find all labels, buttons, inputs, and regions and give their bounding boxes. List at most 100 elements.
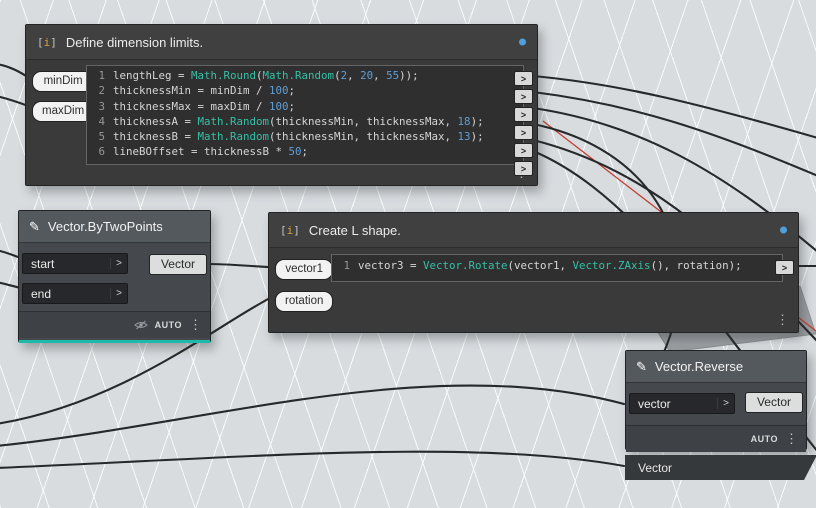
code-line: 3 thicknessMax = maxDim / 100; xyxy=(93,99,517,114)
preview-state-dot[interactable] xyxy=(519,38,526,46)
code-token: (thicknessMin, thicknessMax, xyxy=(269,114,458,128)
output-port-2[interactable]: > xyxy=(514,89,533,104)
input-ports: minDim maxDim xyxy=(32,71,95,122)
port-chevron-icon: > xyxy=(110,258,127,269)
code-token: 100 xyxy=(269,84,289,98)
code-editor[interactable]: 1 vector3 = Vector.Rotate(vector1, Vector… xyxy=(331,254,783,282)
node-title: Create L shape. xyxy=(308,222,401,238)
code-token: thicknessMin = minDim / xyxy=(113,84,270,98)
code-line: 5 thicknessB = Math.Random(thicknessMin, … xyxy=(93,129,517,144)
wire xyxy=(0,384,626,447)
code-token: 50 xyxy=(288,145,302,159)
output-port-3[interactable]: > xyxy=(514,107,533,122)
code-token: 55 xyxy=(386,69,400,82)
wire xyxy=(531,90,816,177)
line-number: 5 xyxy=(98,130,105,144)
line-number: 1 xyxy=(98,69,105,82)
port-chevron-icon: > xyxy=(110,288,127,299)
code-line: 1 vector3 = Vector.Rotate(vector1, Vector… xyxy=(338,257,776,275)
node-header[interactable]: [i] Define dimension limits. xyxy=(26,25,537,60)
node-menu-icon[interactable]: ⋮ xyxy=(189,317,202,333)
line-number: 2 xyxy=(98,84,105,98)
lacing-auto-label[interactable]: AUTO xyxy=(155,320,182,330)
node-body: vector > Vector xyxy=(626,383,806,425)
output-port-vector[interactable]: Vector xyxy=(744,392,803,413)
input-port-end[interactable]: end > xyxy=(22,283,128,304)
code-line: 2 thicknessMin = minDim / 100; xyxy=(93,83,517,98)
vector-preview-bar[interactable]: Vector xyxy=(625,455,816,480)
code-token: thicknessA = xyxy=(113,114,198,128)
output-port-1[interactable]: > xyxy=(514,71,533,86)
line-number: 4 xyxy=(98,114,105,128)
input-port-minDim[interactable]: minDim xyxy=(32,71,95,92)
code-token: 100 xyxy=(269,99,289,113)
output-port-vector[interactable]: Vector xyxy=(148,254,207,275)
input-ports: vector > xyxy=(629,393,735,414)
node-body: minDim maxDim 1 lengthLeg = Math.Round(Mat… xyxy=(26,60,537,185)
code-block-icon: [i] xyxy=(37,35,57,49)
output-port-4[interactable]: > xyxy=(514,125,533,140)
node-header[interactable]: [i] Create L shape. xyxy=(269,213,798,248)
code-token: Vector.ZAxis xyxy=(572,259,651,272)
code-line: 1 lengthLeg = Math.Round(Math.Random(2, 2… xyxy=(93,68,517,83)
node-body: vector1 rotation 1 vector3 = Vector.Rotate… xyxy=(269,248,798,332)
node-title: Vector.ByTwoPoints xyxy=(47,219,163,234)
input-port-rotation[interactable]: rotation xyxy=(275,291,334,312)
node-define-dimension-limits[interactable]: [i] Define dimension limits. minDim maxDi… xyxy=(25,24,538,186)
node-body: start > end > Vector xyxy=(19,243,210,311)
input-ports: start > end > xyxy=(22,253,128,304)
code-token: thicknessMax = maxDim / xyxy=(113,99,270,113)
output-ports: > xyxy=(775,260,794,275)
code-token: Vector.Rotate xyxy=(423,259,508,272)
input-port-start[interactable]: start > xyxy=(22,253,128,274)
node-menu-icon[interactable]: ⋮ xyxy=(785,431,798,447)
input-port-vector[interactable]: vector > xyxy=(629,393,735,414)
input-port-vector1[interactable]: vector1 xyxy=(275,259,334,280)
line-number: 3 xyxy=(98,99,105,113)
line-number: 6 xyxy=(98,145,105,159)
pencil-icon: ✎ xyxy=(29,218,40,234)
node-menu-icon[interactable]: ⋮ xyxy=(776,312,789,328)
output-ports: > > > > > > xyxy=(514,71,533,176)
node-vector-bytwopoints[interactable]: ✎ Vector.ByTwoPoints start > end > Vector A… xyxy=(18,210,211,343)
wire xyxy=(531,74,816,139)
node-header[interactable]: ✎ Vector.Reverse xyxy=(626,351,806,383)
port-label: vector xyxy=(638,396,671,411)
lacing-auto-label[interactable]: AUTO xyxy=(751,434,778,444)
code-token: Math.Round xyxy=(191,69,257,82)
code-token: ; xyxy=(288,99,296,113)
preview-state-dot[interactable] xyxy=(780,226,787,234)
input-ports: vector1 rotation xyxy=(275,259,334,312)
preview-eye-off-icon[interactable] xyxy=(133,320,148,330)
code-token: ; xyxy=(301,145,309,159)
node-menu-icon[interactable]: ⋮ xyxy=(515,165,528,181)
node-header[interactable]: ✎ Vector.ByTwoPoints xyxy=(19,211,210,243)
code-token: Math.Random xyxy=(197,130,270,144)
port-label: start xyxy=(31,256,55,271)
code-editor[interactable]: 1 lengthLeg = Math.Round(Math.Random(2, 2… xyxy=(86,65,524,165)
port-chevron-icon: > xyxy=(717,398,734,409)
code-token: (), rotation); xyxy=(650,259,742,272)
code-token: ); xyxy=(470,130,484,144)
code-token: lengthLeg = xyxy=(113,69,192,82)
code-token: (vector1, xyxy=(507,259,573,272)
code-token: 13 xyxy=(457,130,471,144)
code-token: lineBOffset = thicknessB * xyxy=(113,145,289,159)
node-create-l-shape[interactable]: [i] Create L shape. vector1 rotation 1 vec… xyxy=(268,212,799,333)
code-token: )); xyxy=(399,69,419,82)
node-vector-reverse[interactable]: ✎ Vector.Reverse vector > Vector AUTO ⋮ xyxy=(625,350,807,452)
output-port-1[interactable]: > xyxy=(775,260,794,275)
node-footer: AUTO ⋮ xyxy=(19,311,210,338)
code-token: 20 xyxy=(360,69,374,82)
vector-preview-label: Vector xyxy=(638,460,673,475)
code-line: 4 thicknessA = Math.Random(thicknessMin, … xyxy=(93,114,517,129)
code-token: Math.Random xyxy=(197,114,270,128)
code-token: ; xyxy=(288,84,296,98)
code-token: vector3 = xyxy=(358,259,424,272)
input-port-maxDim[interactable]: maxDim xyxy=(32,101,95,122)
output-port-5[interactable]: > xyxy=(514,143,533,158)
code-token: thicknessB = xyxy=(113,130,198,144)
code-token: , xyxy=(347,69,361,82)
code-token: 18 xyxy=(457,114,471,128)
node-footer: AUTO ⋮ xyxy=(626,425,806,452)
